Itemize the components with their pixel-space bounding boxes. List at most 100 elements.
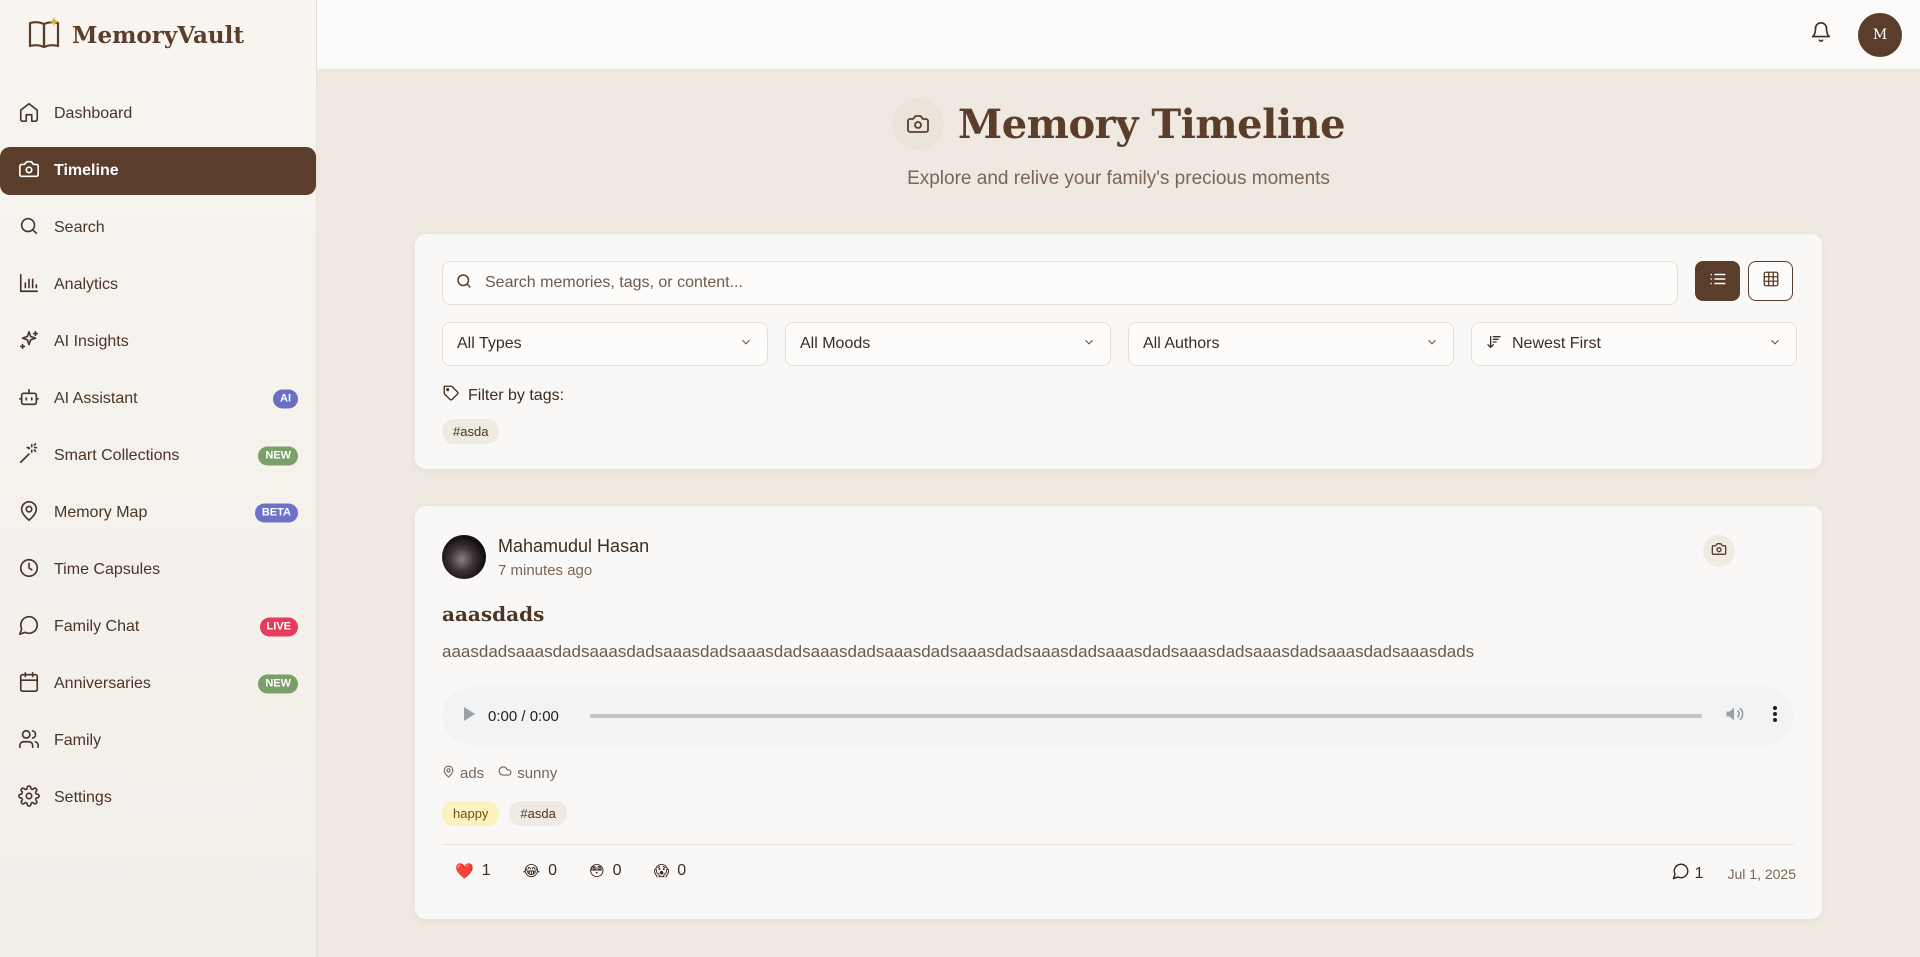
- heart-icon: ❤️: [455, 863, 474, 880]
- divider: [442, 844, 1794, 845]
- brand[interactable]: MemoryVault: [0, 0, 316, 70]
- tag-filter-label: Filter by tags:: [442, 384, 564, 407]
- map-pin-icon: [442, 765, 455, 782]
- type-select-value: All Types: [457, 335, 522, 352]
- reaction-count: 0: [548, 862, 558, 879]
- grid-icon: [1762, 270, 1780, 293]
- bar-chart-icon: [18, 272, 40, 299]
- mood-select-value: All Moods: [800, 335, 871, 352]
- memory-type-badge: [1703, 535, 1735, 567]
- mood-tag[interactable]: happy: [442, 801, 500, 826]
- sidebar-item-label: Memory Map: [54, 504, 148, 521]
- more-options-icon[interactable]: [1772, 705, 1778, 728]
- sidebar-item-settings[interactable]: Settings: [0, 774, 316, 822]
- chevron-down-icon: [1425, 335, 1439, 354]
- camera-icon: [1711, 541, 1727, 562]
- chevron-down-icon: [1768, 335, 1782, 354]
- list-icon: [1709, 270, 1727, 293]
- grid-view-button[interactable]: [1748, 261, 1793, 301]
- reaction-flushed[interactable]: 😳 0: [589, 862, 622, 880]
- flushed-face-icon: 😳: [589, 863, 605, 880]
- memory-meta: ads sunny: [442, 764, 557, 782]
- sort-select[interactable]: Newest First: [1471, 322, 1797, 366]
- tag-filter-chip[interactable]: #asda: [442, 419, 500, 444]
- bot-icon: [18, 386, 40, 413]
- sidebar-item-search[interactable]: Search: [0, 204, 316, 252]
- sidebar-item-dashboard[interactable]: Dashboard: [0, 90, 316, 138]
- map-pin-icon: [18, 500, 40, 527]
- sidebar-badge: NEW: [258, 674, 298, 694]
- tag-filter-list: #asda: [442, 419, 500, 444]
- sidebar-item-label: Settings: [54, 789, 112, 806]
- users-icon: [18, 728, 40, 755]
- sidebar-nav: Dashboard Timeline Search Analytics AI Insig…: [0, 90, 316, 822]
- sidebar-item-analytics[interactable]: Analytics: [0, 261, 316, 309]
- comments-button[interactable]: 1: [1672, 862, 1704, 885]
- memory-content: aaasdadsaaasdadsaaasdadsaaasdadsaaasdads…: [442, 642, 1475, 661]
- play-icon[interactable]: [462, 706, 476, 727]
- volume-icon[interactable]: [1724, 704, 1744, 729]
- camera-icon: [18, 158, 40, 185]
- memory-tag[interactable]: #asda: [509, 801, 567, 826]
- sidebar-item-label: Time Capsules: [54, 561, 161, 578]
- sidebar-badge: LIVE: [259, 617, 298, 637]
- reactions: ❤️ 1 😂 0 😳 0 😱 0: [455, 862, 686, 880]
- reaction-laugh[interactable]: 😂 0: [523, 862, 557, 880]
- sidebar-item-timeline[interactable]: Timeline: [0, 147, 316, 195]
- sidebar-item-family[interactable]: Family: [0, 717, 316, 765]
- book-logo-icon: [28, 17, 62, 54]
- sidebar-item-anniversaries[interactable]: Anniversaries NEW: [0, 660, 316, 708]
- topbar: M: [317, 0, 1920, 70]
- memory-location: ads: [460, 764, 485, 782]
- sidebar-item-ai-assistant[interactable]: AI Assistant AI: [0, 375, 316, 423]
- sidebar-item-family-chat[interactable]: Family Chat LIVE: [0, 603, 316, 651]
- page-header: Memory Timeline Explore and relive your …: [317, 98, 1920, 190]
- sidebar-badge: BETA: [254, 503, 298, 523]
- reaction-count: 0: [612, 862, 622, 879]
- sidebar-item-time-capsules[interactable]: Time Capsules: [0, 546, 316, 594]
- search-input[interactable]: [485, 274, 1665, 292]
- tag-filter-text: Filter by tags:: [468, 386, 565, 404]
- filter-panel: All Types All Moods All Authors Newest F…: [414, 233, 1823, 470]
- calendar-icon: [18, 671, 40, 698]
- sidebar-item-label: Anniversaries: [54, 675, 151, 692]
- reaction-shocked[interactable]: 😱 0: [654, 862, 687, 880]
- bell-icon[interactable]: [1810, 21, 1832, 48]
- audio-time: 0:00 / 0:00: [488, 707, 559, 725]
- reaction-count: 0: [677, 862, 687, 879]
- sidebar-item-label: Analytics: [54, 276, 119, 293]
- mood-select[interactable]: All Moods: [785, 322, 1111, 366]
- chat-icon: [18, 614, 40, 641]
- memory-tags: happy #asda: [442, 801, 567, 826]
- page-title: Memory Timeline: [957, 100, 1346, 148]
- sidebar-item-label: Smart Collections: [54, 447, 180, 464]
- wand-icon: [18, 442, 40, 470]
- sidebar-item-ai-insights[interactable]: AI Insights: [0, 318, 316, 366]
- list-view-button[interactable]: [1695, 261, 1740, 301]
- scream-icon: 😱: [653, 863, 670, 880]
- reaction-heart[interactable]: ❤️ 1: [455, 862, 491, 880]
- comment-count: 1: [1694, 864, 1704, 882]
- author-name[interactable]: Mahamudul Hasan: [498, 536, 649, 557]
- memory-card[interactable]: Mahamudul Hasan 7 minutes ago aaasdads a…: [414, 505, 1823, 920]
- search-box[interactable]: [442, 261, 1678, 305]
- sidebar-item-smart-collections[interactable]: Smart Collections NEW: [0, 432, 316, 480]
- user-avatar[interactable]: M: [1858, 12, 1902, 57]
- sidebar-item-memory-map[interactable]: Memory Map BETA: [0, 489, 316, 537]
- author-select[interactable]: All Authors: [1128, 322, 1454, 366]
- audio-progress-bar[interactable]: [590, 714, 1702, 718]
- sidebar-item-label: AI Insights: [54, 333, 129, 350]
- memory-time: 7 minutes ago: [498, 562, 593, 579]
- sparkles-icon: [18, 329, 40, 356]
- gear-icon: [18, 784, 40, 812]
- type-select[interactable]: All Types: [442, 322, 768, 366]
- sidebar-badge: NEW: [258, 446, 298, 466]
- camera-icon: [891, 98, 944, 150]
- laugh-icon: 😂: [522, 863, 541, 880]
- sort-icon: [1486, 334, 1502, 355]
- memory-weather: sunny: [517, 764, 558, 782]
- chevron-down-icon: [1082, 335, 1096, 354]
- search-icon: [455, 272, 473, 295]
- audio-player: 0:00 / 0:00: [442, 687, 1794, 745]
- author-avatar[interactable]: [442, 535, 486, 579]
